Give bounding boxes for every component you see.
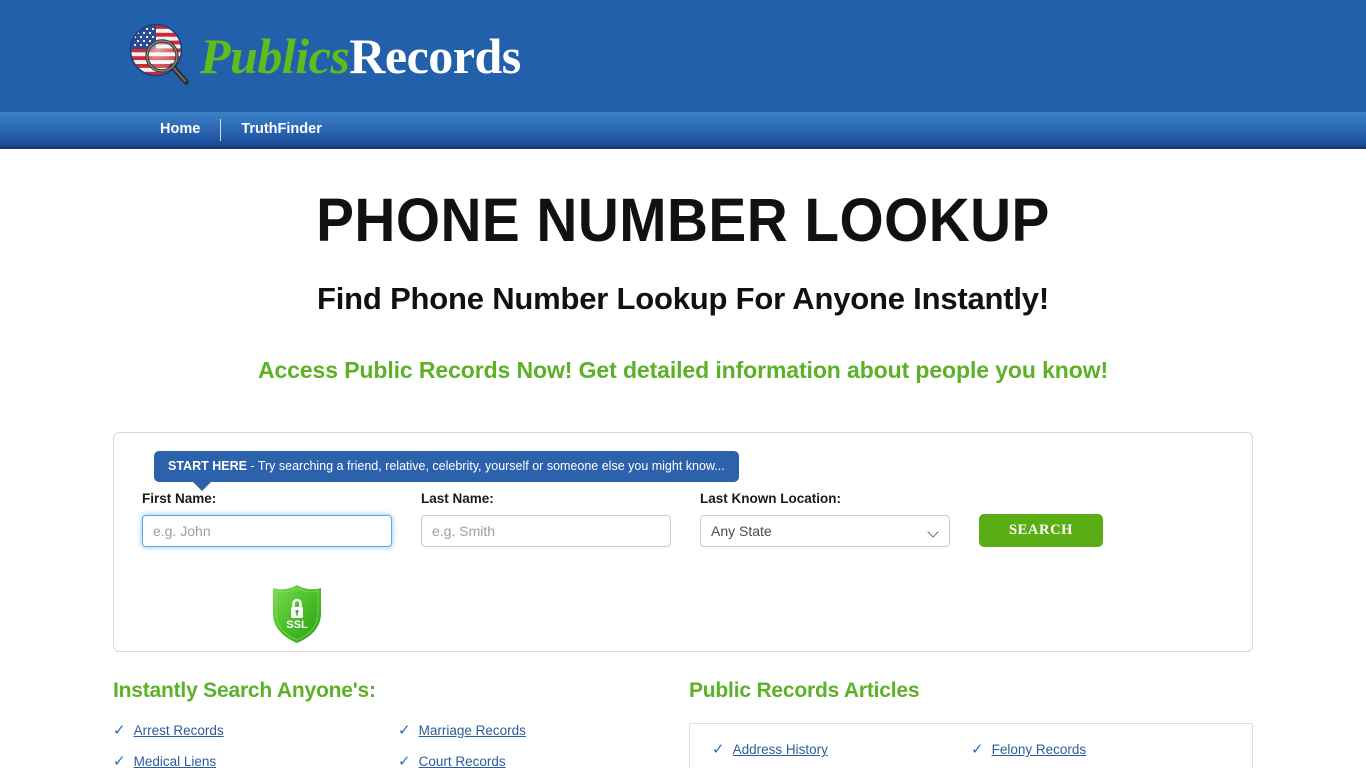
check-icon: ✓ [398, 753, 411, 768]
list-item[interactable]: ✓ Felony Records [971, 742, 1230, 757]
search-button-group: SEARCH [979, 514, 1103, 547]
site-logo[interactable]: PublicsRecords [124, 14, 521, 98]
location-select[interactable]: Any State [700, 515, 950, 547]
articles-links: ✓ Address History ✓ Felony Records [712, 742, 1230, 768]
check-icon: ✓ [712, 741, 725, 758]
link-arrest-records[interactable]: Arrest Records [134, 723, 224, 738]
check-icon: ✓ [971, 741, 984, 758]
start-here-label: START HERE [168, 459, 247, 473]
check-icon: ✓ [113, 722, 126, 739]
site-header: PublicsRecords [0, 0, 1366, 112]
ssl-badge: SSL [269, 583, 325, 645]
link-medical-liens[interactable]: Medical Liens [134, 754, 217, 768]
link-felony-records[interactable]: Felony Records [992, 742, 1087, 757]
list-item[interactable]: ✓ Medical Liens [113, 754, 398, 768]
last-name-input[interactable] [421, 515, 671, 547]
list-item[interactable]: ✓ Court Records [398, 754, 683, 768]
articles-box: ✓ Address History ✓ Felony Records [689, 723, 1253, 768]
ssl-badge-text: SSL [286, 619, 308, 631]
page-subtitle: Find Phone Number Lookup For Anyone Inst… [317, 281, 1049, 316]
page-title: PHONE NUMBER LOOKUP [316, 186, 1050, 254]
lower-sections: Instantly Search Anyone's: ✓ Arrest Reco… [113, 679, 1253, 768]
page-tagline: Access Public Records Now! Get detailed … [257, 357, 1109, 383]
instantly-search-section: Instantly Search Anyone's: ✓ Arrest Reco… [113, 679, 683, 768]
last-name-field-group: Last Name: [421, 491, 671, 547]
location-field-group: Last Known Location: Any State [700, 491, 950, 547]
list-item[interactable]: ✓ Arrest Records [113, 723, 398, 738]
first-name-field-group: First Name: [142, 491, 392, 547]
articles-title: Public Records Articles [689, 679, 920, 702]
check-icon: ✓ [113, 753, 126, 768]
logo-text-publics: Publics [200, 28, 350, 84]
start-here-description: - Try searching a friend, relative, cele… [246, 459, 725, 473]
first-name-label: First Name: [142, 491, 217, 506]
logo-wordmark: PublicsRecords [200, 31, 521, 81]
location-label: Last Known Location: [700, 491, 841, 506]
instantly-search-links: ✓ Arrest Records ✓ Marriage Records ✓ Me… [113, 723, 683, 768]
link-marriage-records[interactable]: Marriage Records [419, 723, 526, 738]
first-name-input[interactable] [142, 515, 392, 547]
instantly-search-title: Instantly Search Anyone's: [113, 679, 376, 702]
nav-item-home[interactable]: Home [140, 122, 220, 137]
link-court-records[interactable]: Court Records [419, 754, 506, 768]
logo-text-records: Records [349, 28, 521, 84]
hero-section: PHONE NUMBER LOOKUP Find Phone Number Lo… [0, 149, 1366, 384]
start-here-banner: START HERE - Try searching a friend, rel… [154, 451, 739, 491]
search-button[interactable]: SEARCH [979, 514, 1103, 547]
search-fields-row: First Name: Last Name: Last Known Locati… [142, 491, 1228, 547]
us-flag-magnifier-icon [124, 20, 196, 92]
list-item[interactable]: ✓ Address History [712, 742, 971, 757]
check-icon: ✓ [398, 722, 411, 739]
main-navigation: Home TruthFinder [0, 112, 1366, 149]
list-item[interactable]: ✓ Marriage Records [398, 723, 683, 738]
link-address-history[interactable]: Address History [733, 742, 828, 757]
last-name-label: Last Name: [421, 491, 494, 506]
search-panel: START HERE - Try searching a friend, rel… [113, 432, 1253, 652]
articles-section: Public Records Articles ✓ Address Histor… [683, 679, 1253, 768]
nav-item-truthfinder[interactable]: TruthFinder [221, 122, 342, 137]
